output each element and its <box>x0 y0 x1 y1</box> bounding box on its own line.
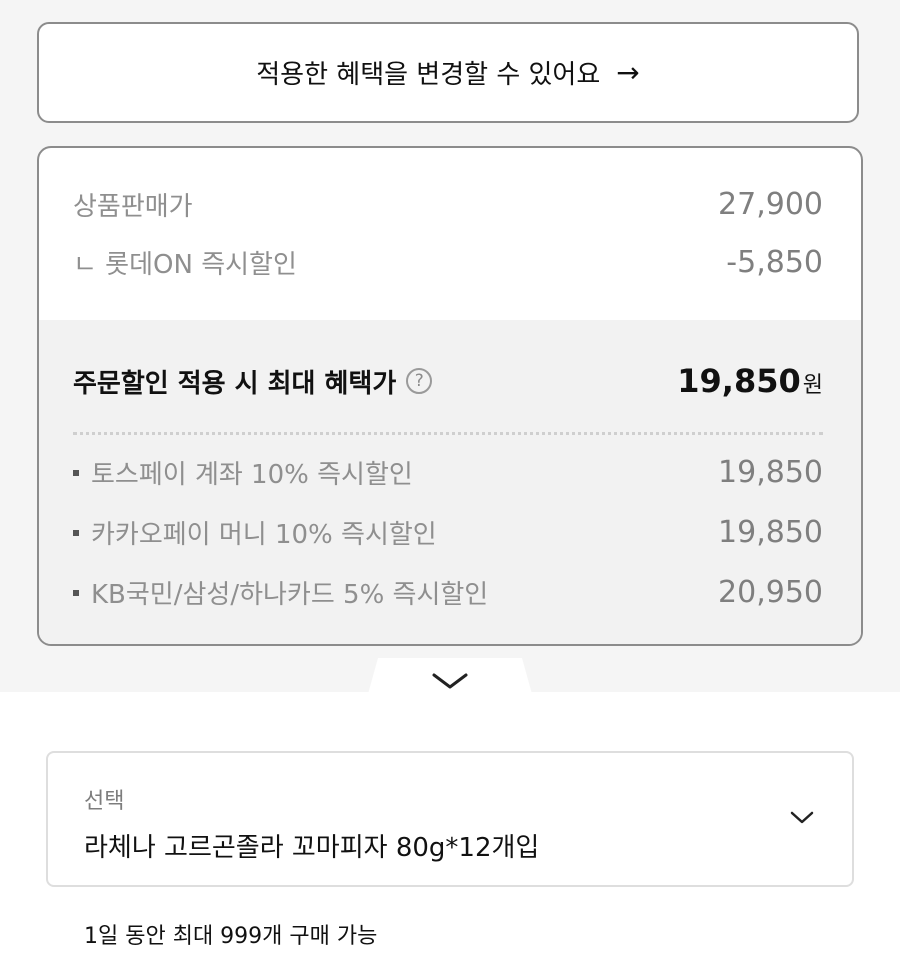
price-summary-card: 상품판매가 27,900 ㄴ 롯데ON 즉시할인 -5,850 주문할인 적용 … <box>37 146 863 646</box>
discount-name: 카카오페이 머니 10% 즉시할인 <box>91 520 437 550</box>
question-circle-icon[interactable]: ? <box>406 368 433 394</box>
chevron-down-icon <box>432 673 468 689</box>
best-price-unit: 원 <box>802 373 823 398</box>
discount-name: KB국민/삼성/하나카드 5% 즉시할인 <box>91 580 489 610</box>
sale-price-value: 27,900 <box>718 187 823 222</box>
discount-row: KB국민/삼성/하나카드 5% 즉시할인 20,950 <box>73 574 823 611</box>
best-price-value: 19,850 <box>677 362 801 400</box>
discount-label: 카카오페이 머니 10% 즉시할인 <box>73 514 437 551</box>
option-select-label: 선택 <box>84 789 125 814</box>
discount-name: 토스페이 계좌 10% 즉시할인 <box>91 460 413 490</box>
bullet-icon <box>73 529 79 536</box>
sale-price-row: 상품판매가 27,900 <box>73 186 823 223</box>
discount-row: 카카오페이 머니 10% 즉시할인 19,850 <box>73 514 823 551</box>
instant-discount-label: ㄴ 롯데ON 즉시할인 <box>73 250 297 280</box>
best-price-label: 주문할인 적용 시 최대 혜택가 <box>73 368 397 399</box>
discount-label: KB국민/삼성/하나카드 5% 즉시할인 <box>73 574 488 611</box>
option-select[interactable]: 선택 라체나 고르곤졸라 꼬마피자 80g*12개입 <box>46 751 854 887</box>
arrow-right-icon: → <box>616 56 640 89</box>
discount-value: 19,850 <box>718 515 823 550</box>
best-price-row: 주문할인 적용 시 최대 혜택가 ? 19,850 원 <box>73 362 823 400</box>
bullet-icon <box>73 469 79 476</box>
chevron-down-icon <box>790 811 814 824</box>
dotted-divider <box>73 432 823 435</box>
option-select-value: 라체나 고르곤졸라 꼬마피자 80g*12개입 <box>84 833 540 863</box>
discount-value: 19,850 <box>718 455 823 490</box>
change-benefit-label: 적용한 혜택을 변경할 수 있어요 <box>256 60 601 90</box>
purchase-limit-text: 1일 동안 최대 999개 구매 가능 <box>84 924 378 949</box>
discount-row: 토스페이 계좌 10% 즉시할인 19,850 <box>73 454 823 491</box>
collapse-toggle-tab[interactable] <box>368 658 532 694</box>
best-price-title: 주문할인 적용 시 최대 혜택가 ? <box>73 363 433 400</box>
max-benefit-section: 주문할인 적용 시 최대 혜택가 ? 19,850 원 토스페이 계좌 10% … <box>39 320 861 644</box>
bullet-icon <box>73 589 79 596</box>
sale-price-label: 상품판매가 <box>73 192 193 222</box>
instant-discount-row: ㄴ 롯데ON 즉시할인 -5,850 <box>73 244 823 281</box>
discount-value: 20,950 <box>718 575 823 610</box>
discount-label: 토스페이 계좌 10% 즉시할인 <box>73 454 413 491</box>
change-benefit-button[interactable]: 적용한 혜택을 변경할 수 있어요 → <box>37 22 859 123</box>
instant-discount-value: -5,850 <box>726 245 823 280</box>
best-price: 19,850 원 <box>677 362 823 400</box>
